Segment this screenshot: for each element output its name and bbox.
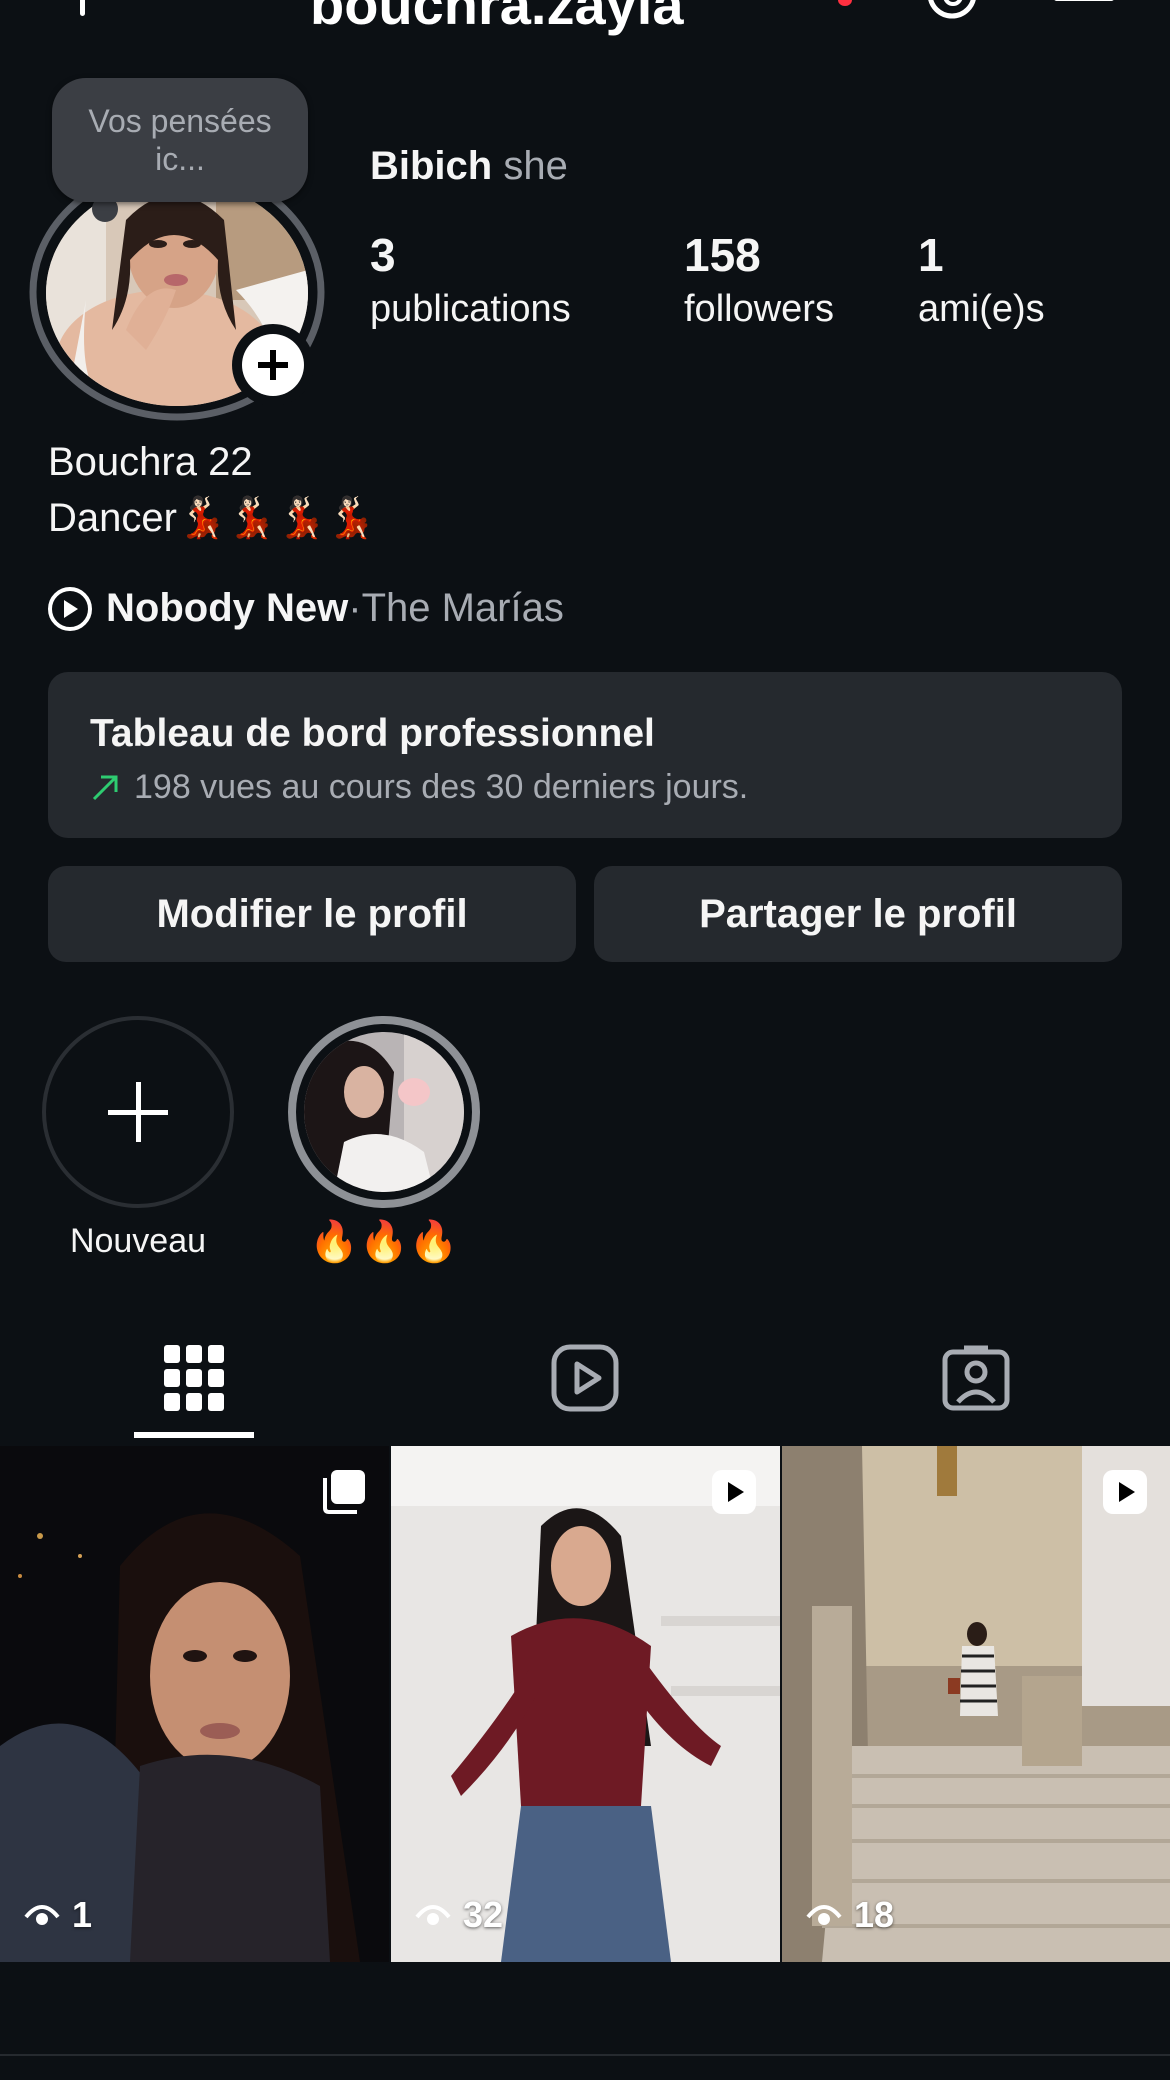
stat-label: followers	[684, 288, 834, 330]
post-thumbnail[interactable]: 18	[782, 1446, 1170, 1962]
stat-value: 1	[918, 229, 944, 281]
stat-publications[interactable]: 3 publications	[370, 228, 571, 336]
stat-friends[interactable]: 1 ami(e)s	[918, 228, 1045, 336]
post-views: 1	[24, 1894, 92, 1936]
stat-label: publications	[370, 288, 571, 330]
highlight-label: Nouveau	[69, 1222, 207, 1260]
post-image	[0, 1446, 389, 1962]
tab-tagged[interactable]	[936, 1338, 1016, 1418]
note-bubble[interactable]: Vos pensées ic...	[52, 78, 308, 202]
tab-reels[interactable]	[545, 1338, 625, 1418]
display-name-row: Bibich she	[370, 144, 568, 189]
stat-value: 158	[684, 229, 761, 281]
stat-followers[interactable]: 158 followers	[684, 228, 834, 336]
highlight-label: 🔥🔥🔥	[309, 1220, 459, 1264]
song-title: Nobody New	[106, 586, 349, 630]
edit-profile-button[interactable]: Modifier le profil	[48, 866, 576, 962]
dashboard-title: Tableau de bord professionnel	[90, 712, 655, 755]
views-count: 18	[854, 1894, 895, 1935]
post-views: 18	[806, 1894, 894, 1936]
stat-label: ami(e)s	[918, 288, 1045, 330]
profile-music[interactable]: Nobody New · The Marías	[48, 586, 564, 631]
active-tab-indicator	[134, 1432, 254, 1438]
grid-icon	[164, 1345, 224, 1411]
post-thumbnail[interactable]: 1	[0, 1446, 389, 1962]
add-story-button[interactable]	[232, 324, 314, 406]
threads-icon[interactable]	[922, 0, 982, 22]
stat-value: 3	[370, 229, 396, 281]
username-title[interactable]: bouchra.zayla	[310, 0, 683, 37]
carousel-icon	[323, 1470, 365, 1514]
tab-posts[interactable]	[154, 1338, 234, 1418]
pronoun: she	[503, 144, 568, 188]
post-views: 32	[415, 1894, 503, 1936]
reel-icon	[1103, 1470, 1147, 1514]
highlight-cover	[304, 1032, 464, 1192]
post-image	[782, 1446, 1170, 1962]
top-bar: bouchra.zayla	[0, 0, 1170, 40]
views-icon	[24, 1905, 60, 1925]
plus-icon	[108, 1082, 168, 1142]
play-icon	[48, 586, 92, 631]
dashboard-subtitle: 198 vues au cours des 30 derniers jours.	[134, 768, 749, 806]
tagged-icon	[942, 1345, 1010, 1411]
reel-icon	[712, 1470, 756, 1514]
new-highlight-button[interactable]	[42, 1016, 234, 1208]
reels-icon	[551, 1344, 619, 1412]
music-separator: ·	[348, 586, 362, 630]
views-count: 1	[72, 1894, 93, 1935]
highlight-item[interactable]	[288, 1016, 480, 1208]
dashboard-subtitle-row: 198 vues au cours des 30 derniers jours.	[90, 768, 748, 807]
views-icon	[806, 1905, 842, 1925]
trend-up-icon	[92, 775, 118, 800]
bio-line: Bouchra 22	[48, 440, 253, 484]
plus-icon[interactable]	[80, 0, 85, 16]
display-name: Bibich	[370, 144, 493, 188]
hamburger-menu-icon[interactable]	[1054, 0, 1114, 12]
plus-icon	[242, 334, 304, 396]
post-thumbnail[interactable]: 32	[391, 1446, 780, 1962]
professional-dashboard[interactable]: Tableau de bord professionnel 198 vues a…	[48, 672, 1122, 838]
share-profile-button[interactable]: Partager le profil	[594, 866, 1122, 962]
post-image	[391, 1446, 780, 1962]
bio-line: Dancer💃🏻💃🏻💃🏻💃🏻	[48, 496, 377, 540]
song-artist: The Marías	[361, 586, 564, 630]
views-count: 32	[463, 1894, 504, 1935]
note-placeholder: Vos pensées ic...	[88, 103, 272, 177]
bottom-nav-divider	[0, 2054, 1170, 2056]
views-icon	[415, 1905, 451, 1925]
notification-dot	[838, 0, 852, 6]
